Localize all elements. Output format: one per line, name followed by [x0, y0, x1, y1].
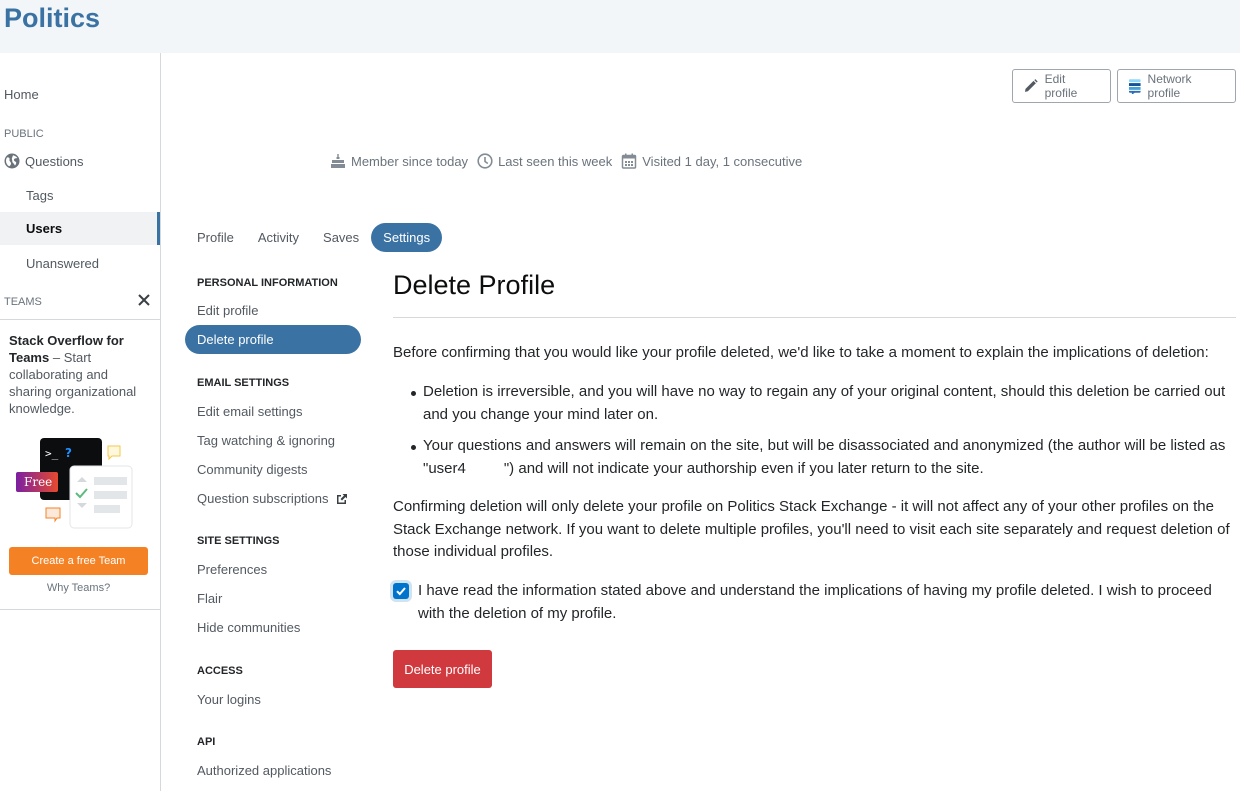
list-item: Deletion is irreversible, and you will h…	[393, 381, 1236, 426]
tab-profile[interactable]: Profile	[185, 223, 246, 252]
why-teams-link[interactable]: Why Teams?	[0, 582, 157, 594]
external-link-icon	[336, 493, 347, 504]
visited: Visited 1 day, 1 consecutive	[621, 153, 802, 169]
member-since-text: Member since today	[351, 153, 469, 169]
edit-profile-label: Edit profile	[1044, 72, 1078, 100]
section-access: ACCESS	[197, 665, 243, 677]
settings-delete-profile[interactable]: Delete profile	[185, 325, 361, 354]
edit-profile-button[interactable]: Edit profile	[1012, 69, 1111, 103]
settings-preferences[interactable]: Preferences	[197, 562, 267, 577]
section-personal-information: PERSONAL INFORMATION	[197, 277, 338, 289]
nav-questions-label: Questions	[25, 153, 84, 169]
divider	[0, 609, 160, 610]
confirm-scope-text: Confirming deletion will only delete you…	[393, 498, 1230, 560]
section-email-settings: EMAIL SETTINGS	[197, 377, 290, 389]
settings-tag-watching[interactable]: Tag watching & ignoring	[197, 433, 335, 448]
section-api: API	[197, 736, 216, 748]
question-subscriptions-label: Question subscriptions	[197, 491, 329, 506]
divider	[0, 319, 160, 320]
free-badge-label: Free	[24, 475, 52, 489]
nav-users[interactable]: Users	[0, 212, 160, 245]
settings-community-digests[interactable]: Community digests	[197, 462, 308, 477]
calendar-icon	[622, 153, 637, 169]
clock-icon	[477, 153, 493, 169]
settings-your-logins[interactable]: Your logins	[197, 692, 261, 707]
network-profile-button[interactable]: Network profile	[1117, 69, 1236, 103]
left-sidebar: Home PUBLIC Questions Tags Users Unanswe…	[0, 53, 161, 791]
teams-illustration: >_ ? Free	[15, 436, 135, 531]
settings-question-subscriptions[interactable]: Question subscriptions	[197, 491, 348, 506]
settings-flair[interactable]: Flair	[197, 591, 222, 606]
nav-home[interactable]: Home	[4, 87, 39, 102]
nav-tags[interactable]: Tags	[26, 188, 53, 203]
checkmark-icon	[396, 587, 406, 596]
tab-activity[interactable]: Activity	[246, 223, 311, 252]
profile-tabs: Profile Activity Saves Settings	[185, 223, 443, 252]
section-site-settings: SITE SETTINGS	[197, 535, 280, 547]
last-seen-text: Last seen this week	[498, 153, 613, 169]
site-title[interactable]: Politics	[4, 3, 100, 34]
confirm-checkbox[interactable]	[393, 583, 409, 599]
last-seen: Last seen this week	[477, 153, 612, 169]
list-item: Your questions and answers will remain o…	[393, 435, 1236, 480]
nav-unanswered[interactable]: Unanswered	[26, 256, 99, 271]
nav-users-label: Users	[26, 221, 63, 236]
network-profile-label: Network profile	[1147, 72, 1192, 100]
intro-text: Before confirming that you would like yo…	[393, 344, 1209, 361]
create-team-button[interactable]: Create a free Team	[9, 547, 148, 575]
stack-exchange-icon	[1128, 79, 1141, 94]
nav-questions[interactable]: Questions	[4, 153, 84, 169]
profile-meta: Member since today Last seen this week V…	[330, 153, 811, 169]
settings-edit-profile[interactable]: Edit profile	[197, 303, 258, 318]
terminal-question: ?	[65, 446, 72, 460]
delete-profile-panel: Delete Profile Before confirming that yo…	[393, 268, 1236, 688]
nav-section-public: PUBLIC	[4, 128, 44, 140]
visited-text: Visited 1 day, 1 consecutive	[642, 153, 803, 169]
settings-hide-communities[interactable]: Hide communities	[197, 620, 300, 635]
cake-icon	[331, 154, 345, 168]
member-since: Member since today	[330, 153, 468, 169]
implications-list: Deletion is irreversible, and you will h…	[393, 381, 1236, 489]
terminal-prompt: >_	[45, 447, 59, 460]
pencil-icon	[1024, 79, 1038, 92]
page-title: Delete Profile	[393, 270, 556, 300]
close-icon[interactable]	[137, 293, 151, 307]
teams-promo-text: Stack Overflow for Teams – Start collabo…	[9, 332, 149, 417]
tab-settings[interactable]: Settings	[371, 223, 443, 252]
confirm-checkbox-label[interactable]: I have read the information stated above…	[393, 580, 1236, 625]
site-header: Politics	[0, 0, 1240, 53]
divider	[393, 317, 1236, 318]
nav-section-teams: TEAMS	[4, 296, 42, 308]
globe-icon	[4, 153, 20, 169]
settings-authorized-applications[interactable]: Authorized applications	[197, 763, 331, 778]
delete-profile-button[interactable]: Delete profile	[393, 650, 492, 688]
anonymize-text-b: ") and will not indicate your authorship…	[503, 459, 984, 477]
settings-edit-email[interactable]: Edit email settings	[197, 404, 303, 419]
confirm-checkbox-row: I have read the information stated above…	[393, 580, 1236, 625]
tab-saves[interactable]: Saves	[311, 223, 371, 252]
